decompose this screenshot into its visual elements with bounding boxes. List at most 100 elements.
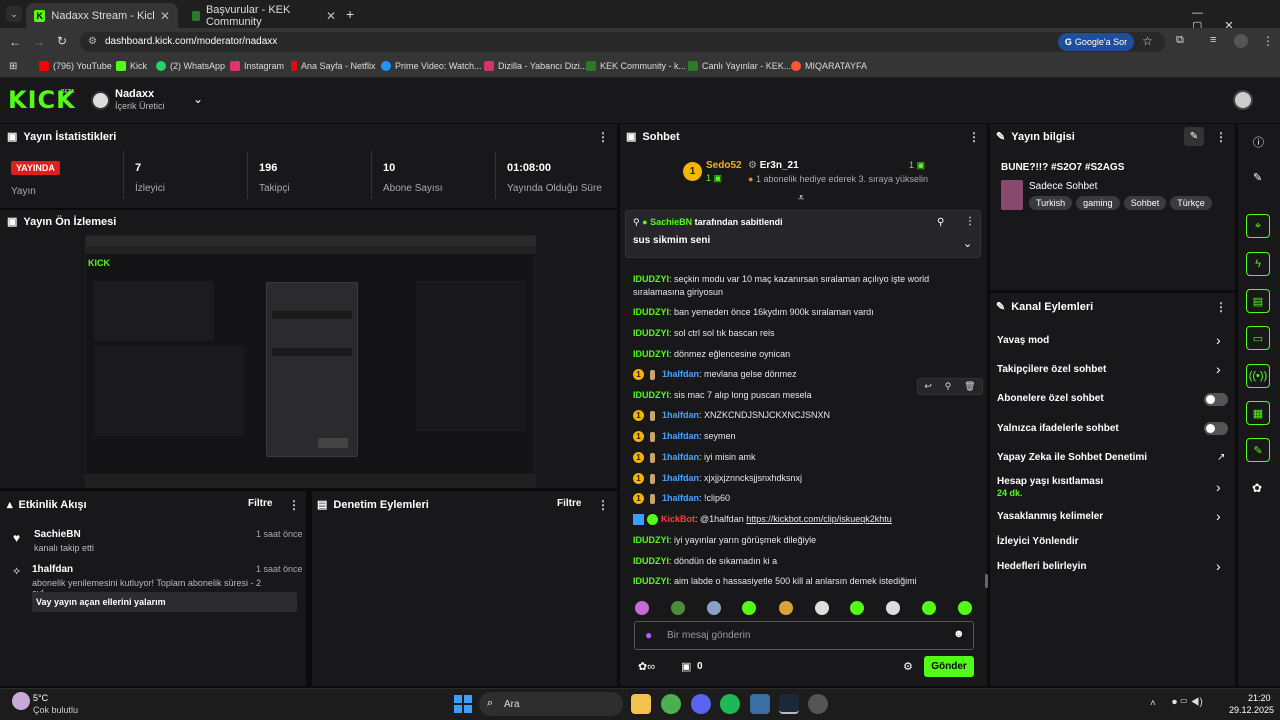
tray-icons[interactable]: ⏺ ▭ ◀) (1172, 697, 1203, 708)
new-tab-icon[interactable]: + (346, 6, 354, 22)
emote-icon[interactable] (779, 601, 793, 615)
emote-icon[interactable] (886, 601, 900, 615)
chat-username[interactable]: IDUDZYI (633, 556, 669, 566)
chat-username[interactable]: IDUDZYI (633, 349, 669, 359)
emote-icon[interactable] (742, 601, 756, 615)
channel-points-icon[interactable]: ✿∞ (638, 660, 655, 673)
bookmark-star-icon[interactable]: ☆ (1142, 34, 1153, 48)
send-button[interactable]: Gönder (924, 656, 974, 677)
chevron-right-icon[interactable]: › (1216, 508, 1221, 524)
chat-username[interactable]: 1halfdan (662, 431, 699, 441)
chat-settings-icon[interactable]: ⚙ (903, 660, 913, 673)
chat-username[interactable]: IDUDZYI (633, 307, 669, 317)
tag[interactable]: Sohbet (1123, 196, 1167, 210)
media-icon[interactable]: ≡ (1210, 34, 1216, 46)
slow-mode-label[interactable]: Yavaş mod (997, 335, 1049, 346)
bookmark-kick[interactable]: Kick (116, 61, 147, 71)
chat-icon[interactable]: ▭ (1246, 326, 1270, 350)
banned-words-label[interactable]: Yasaklanmış kelimeler (997, 511, 1103, 522)
microphone-icon[interactable]: ● (645, 628, 652, 642)
forward-icon[interactable]: → (33, 35, 45, 49)
bookmark-youtube[interactable]: (796) YouTube (39, 61, 112, 71)
trash-icon[interactable]: 🗑 (964, 381, 975, 392)
chat-username[interactable]: IDUDZYI (633, 390, 669, 400)
emote-icon[interactable] (958, 601, 972, 615)
account-age-label[interactable]: Hesap yaşı kısıtlaması (997, 476, 1103, 487)
chat-username[interactable]: IDUDZYI (633, 274, 669, 284)
chat-username[interactable]: 1halfdan (662, 473, 699, 483)
chrome-icon[interactable] (661, 694, 681, 714)
chat-username[interactable]: 1halfdan (662, 410, 699, 420)
chat-username[interactable]: IDUDZYI (633, 576, 669, 586)
pinned-menu-icon[interactable]: ⋮ (965, 216, 975, 227)
bookmark-prime[interactable]: Prime Video: Watch... (381, 61, 482, 71)
document-icon[interactable]: ▤ (1246, 289, 1270, 313)
emote-icon[interactable] (707, 601, 721, 615)
stream-info-menu-icon[interactable]: ⋮ (1215, 130, 1227, 144)
chat-scrollbar[interactable] (985, 574, 988, 588)
url-text[interactable]: dashboard.kick.com/moderator/nadaxx (105, 36, 277, 47)
share-icon[interactable]: ✿ (1252, 481, 1262, 495)
emote-icon[interactable] (815, 601, 829, 615)
emoji-picker-icon[interactable]: ☻ (953, 628, 965, 640)
event-user[interactable]: SachieBN (34, 529, 81, 540)
browser-tab-kick-dashboard[interactable]: K Nadaxx Stream - Kick Dashboard ✕ (26, 3, 178, 28)
wrench-icon[interactable]: ✎ (1246, 438, 1270, 462)
lightning-icon[interactable]: ϟ (1246, 252, 1270, 276)
file-explorer-icon[interactable] (631, 694, 651, 714)
extensions-icon[interactable]: ⧉ (1176, 34, 1184, 47)
info-icon[interactable]: ⓘ (1253, 134, 1264, 150)
app-icon[interactable] (750, 694, 770, 714)
bookmark-kek-community[interactable]: KEK Community - k... (586, 61, 686, 71)
activity-filter-button[interactable]: Filtre (248, 498, 272, 509)
leaderboard-user[interactable]: Sedo52 (706, 160, 742, 171)
reload-icon[interactable]: ↻ (57, 34, 67, 48)
bookmark-canli-yayinlar[interactable]: Canlı Yayınlar - KEK... (688, 61, 791, 71)
bookmark-instagram[interactable]: Instagram (230, 61, 284, 71)
windows-start-icon[interactable] (454, 695, 472, 713)
chat-username[interactable]: 1halfdan (662, 452, 699, 462)
gift-box-icon[interactable]: ▣ (681, 660, 691, 673)
bookmark-whatsapp[interactable]: (2) WhatsApp (156, 61, 225, 71)
collapse-chevron-icon[interactable]: ⩡ (798, 192, 804, 205)
channel-avatar[interactable] (91, 91, 110, 110)
browser-menu-icon[interactable]: ⋮ (1262, 34, 1274, 48)
chevron-right-icon[interactable]: › (1216, 361, 1221, 377)
user-avatar[interactable] (1233, 90, 1253, 110)
discord-icon[interactable] (691, 694, 711, 714)
emote-icon[interactable] (671, 601, 685, 615)
weather-temp[interactable]: 5°C (33, 693, 48, 703)
edit-stream-info-button[interactable]: ✎ (1184, 127, 1204, 146)
chat-username[interactable]: 1halfdan (662, 493, 699, 503)
chat-username[interactable]: 1halfdan (662, 369, 699, 379)
bookmark-dizilla[interactable]: Dizilla - Yabancı Dizi... (484, 61, 587, 71)
channel-actions-menu-icon[interactable]: ⋮ (1215, 300, 1227, 314)
goals-label[interactable]: Hedefleri belirleyin (997, 561, 1086, 572)
reply-icon[interactable]: ↩ (924, 381, 932, 392)
moderation-menu-icon[interactable]: ⋮ (597, 498, 609, 512)
tag[interactable]: Turkish (1029, 196, 1073, 210)
chat-username[interactable]: IDUDZYI (633, 328, 669, 338)
raid-viewers-label[interactable]: İzleyici Yönlendir (997, 536, 1079, 547)
weather-icon[interactable] (12, 692, 30, 710)
tag[interactable]: gaming (1076, 196, 1120, 210)
chevron-right-icon[interactable]: › (1216, 479, 1221, 495)
chat-username[interactable]: KickBot (661, 514, 695, 524)
bookmark-netflix[interactable]: Ana Sayfa - Netflix (291, 61, 376, 71)
channel-switch-chevron-icon[interactable]: ⌄ (193, 92, 203, 106)
profile-avatar[interactable] (1234, 34, 1248, 48)
back-icon[interactable]: ← (9, 35, 21, 49)
event-user[interactable]: 1halfdan (32, 564, 73, 575)
bookmark-miqaratayfa[interactable]: MIQARATAYFA (791, 61, 867, 71)
clock-time[interactable]: 21:20 (1248, 693, 1271, 703)
channel-name[interactable]: Nadaxx (115, 88, 154, 100)
activity-menu-icon[interactable]: ⋮ (288, 498, 300, 512)
pin-icon[interactable]: ⚲ (945, 381, 952, 392)
chevron-right-icon[interactable]: › (1216, 558, 1221, 574)
pencil-icon[interactable]: ✎ (1253, 171, 1262, 184)
emote-icon[interactable] (635, 601, 649, 615)
chat-input-placeholder[interactable]: Bir mesaj gönderin (667, 630, 750, 641)
emote-icon[interactable] (922, 601, 936, 615)
moderation-filter-button[interactable]: Filtre (557, 498, 581, 509)
apps-grid-icon[interactable]: ⊞ (9, 61, 17, 72)
